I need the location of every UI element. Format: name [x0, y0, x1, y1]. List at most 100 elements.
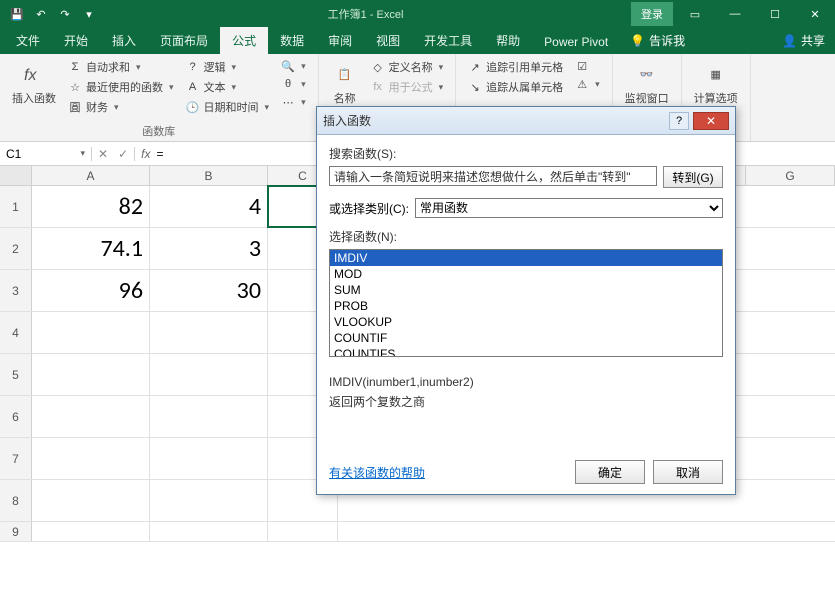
function-item-sum[interactable]: SUM [330, 282, 722, 298]
undo-icon[interactable]: ↶ [30, 3, 52, 25]
close-icon[interactable]: ✕ [795, 0, 835, 28]
go-button[interactable]: 转到(G) [663, 166, 723, 188]
maximize-icon[interactable]: ☐ [755, 0, 795, 28]
cell-A4[interactable] [32, 312, 150, 353]
row-header-2[interactable]: 2 [0, 228, 32, 269]
lookup-button[interactable]: 🔍▾ [279, 58, 308, 74]
function-item-countif[interactable]: COUNTIF [330, 330, 722, 346]
recent-functions-button[interactable]: ☆最近使用的函数▾ [66, 78, 176, 96]
cell-B8[interactable] [150, 480, 268, 521]
tab-home[interactable]: 开始 [52, 27, 100, 54]
logical-icon: ? [186, 60, 200, 74]
tab-insert[interactable]: 插入 [100, 27, 148, 54]
show-formulas-button[interactable]: ☑ [573, 58, 602, 74]
tab-powerpivot[interactable]: Power Pivot [532, 30, 620, 54]
insert-function-button[interactable]: fx 插入函数 [6, 58, 62, 121]
tab-dev[interactable]: 开发工具 [412, 27, 484, 54]
chevron-down-icon: ▾ [301, 79, 306, 90]
chevron-down-icon[interactable]: ▾ [80, 148, 85, 159]
cell-A5[interactable] [32, 354, 150, 395]
show-formulas-icon: ☑ [575, 59, 589, 73]
save-icon[interactable]: 💾 [6, 3, 28, 25]
datetime-button[interactable]: 🕒日期和时间▾ [184, 98, 272, 116]
cell-B3[interactable]: 30 [150, 270, 268, 311]
redo-icon[interactable]: ↷ [54, 3, 76, 25]
math-icon: θ [281, 77, 295, 91]
function-item-vlookup[interactable]: VLOOKUP [330, 314, 722, 330]
cancel-button[interactable]: 取消 [653, 460, 723, 484]
row-header-3[interactable]: 3 [0, 270, 32, 311]
cell-A7[interactable] [32, 438, 150, 479]
name-box[interactable]: C1▾ [0, 147, 92, 161]
row-header-7[interactable]: 7 [0, 438, 32, 479]
share-button[interactable]: 👤 共享 [772, 27, 835, 54]
cell-B7[interactable] [150, 438, 268, 479]
enter-formula-icon[interactable]: ✓ [118, 147, 128, 161]
dialog-help-icon[interactable]: ? [669, 112, 689, 130]
dialog-titlebar[interactable]: 插入函数 ? ✕ [317, 107, 735, 135]
error-checking-button[interactable]: ⚠▾ [573, 76, 602, 92]
tell-me[interactable]: 💡 告诉我 [620, 27, 695, 54]
row-header-6[interactable]: 6 [0, 396, 32, 437]
cell-B1[interactable]: 4 [150, 186, 268, 227]
logical-button[interactable]: ?逻辑▾ [184, 58, 272, 76]
login-button[interactable]: 登录 [631, 2, 673, 26]
function-item-mod[interactable]: MOD [330, 266, 722, 282]
trace-dependents-button[interactable]: ↘追踪从属单元格 [466, 78, 565, 96]
tab-help[interactable]: 帮助 [484, 27, 532, 54]
ribbon-display-icon[interactable]: ▭ [675, 0, 715, 28]
logical-label: 逻辑 [204, 59, 226, 75]
search-input[interactable] [329, 166, 657, 186]
share-label: 共享 [801, 32, 825, 49]
trace-precedents-button[interactable]: ↗追踪引用单元格 [466, 58, 565, 76]
col-header-A[interactable]: A [32, 166, 150, 185]
cell-A3[interactable]: 96 [32, 270, 150, 311]
dialog-close-icon[interactable]: ✕ [693, 112, 729, 130]
cell-B6[interactable] [150, 396, 268, 437]
more-functions-button[interactable]: ⋯▾ [279, 94, 308, 110]
tab-formulas[interactable]: 公式 [220, 27, 268, 54]
category-select[interactable]: 常用函数 [415, 198, 723, 218]
autosum-button[interactable]: Σ自动求和▾ [66, 58, 176, 76]
math-button[interactable]: θ▾ [279, 76, 308, 92]
cell-A6[interactable] [32, 396, 150, 437]
cell-B4[interactable] [150, 312, 268, 353]
tab-view[interactable]: 视图 [364, 27, 412, 54]
cell-A9[interactable] [32, 522, 150, 541]
datetime-label: 日期和时间 [204, 99, 259, 115]
cell-A2[interactable]: 74.1 [32, 228, 150, 269]
row-header-4[interactable]: 4 [0, 312, 32, 353]
row-header-8[interactable]: 8 [0, 480, 32, 521]
function-list[interactable]: IMDIV MOD SUM PROB VLOOKUP COUNTIF COUNT… [329, 249, 723, 357]
cell-A8[interactable] [32, 480, 150, 521]
cell-B9[interactable] [150, 522, 268, 541]
row-header-5[interactable]: 5 [0, 354, 32, 395]
tab-file[interactable]: 文件 [4, 27, 52, 54]
minimize-icon[interactable]: — [715, 0, 755, 28]
text-button[interactable]: A文本▾ [184, 78, 272, 96]
fx-icon[interactable]: fx [141, 147, 150, 161]
help-link[interactable]: 有关该函数的帮助 [329, 464, 425, 481]
function-item-countifs[interactable]: COUNTIFS [330, 346, 722, 357]
row-header-1[interactable]: 1 [0, 186, 32, 227]
function-item-prob[interactable]: PROB [330, 298, 722, 314]
cancel-formula-icon[interactable]: ✕ [98, 147, 108, 161]
define-name-button[interactable]: ◇定义名称▾ [369, 58, 446, 76]
function-item-imdiv[interactable]: IMDIV [330, 250, 722, 266]
select-all-corner[interactable] [0, 166, 32, 185]
financial-button[interactable]: 圓财务▾ [66, 98, 176, 116]
cell-B2[interactable]: 3 [150, 228, 268, 269]
tab-review[interactable]: 审阅 [316, 27, 364, 54]
col-header-B[interactable]: B [150, 166, 268, 185]
cell-A1[interactable]: 82 [32, 186, 150, 227]
ok-button[interactable]: 确定 [575, 460, 645, 484]
cell-C9[interactable] [268, 522, 338, 541]
row-header-9[interactable]: 9 [0, 522, 32, 541]
tab-layout[interactable]: 页面布局 [148, 27, 220, 54]
watch-icon: 👓 [633, 60, 661, 88]
cell-B5[interactable] [150, 354, 268, 395]
window-controls: 登录 ▭ — ☐ ✕ [631, 0, 835, 28]
qat-customize-icon[interactable]: ▾ [78, 3, 100, 25]
tab-data[interactable]: 数据 [268, 27, 316, 54]
col-header-G[interactable]: G [745, 166, 835, 185]
